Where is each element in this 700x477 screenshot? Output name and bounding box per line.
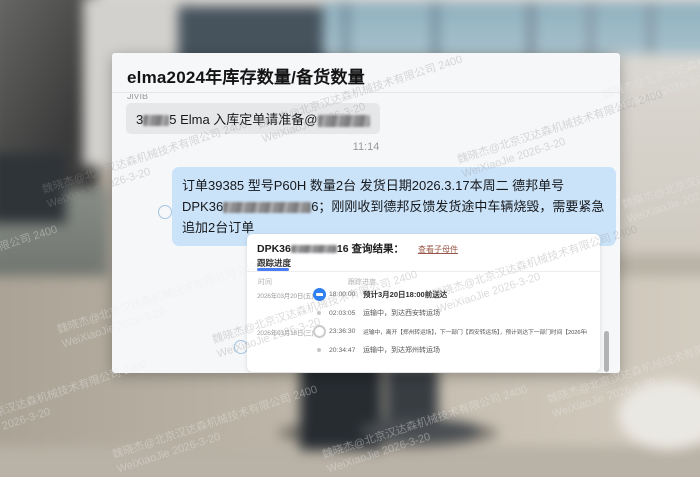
- clipped-message-fragment: JiVIB: [127, 94, 148, 101]
- window-mullion: [648, 2, 653, 58]
- row-progress-text: 运输中，到达西安转运场: [363, 308, 440, 318]
- redacted-mention: [318, 115, 370, 127]
- timeline-dot-icon: [317, 311, 321, 315]
- right-wall: [608, 54, 700, 254]
- tracking-row: 2026年03月20日(五) 18:00:00预计3月20日18:00前送达: [247, 288, 587, 301]
- gray-message-text-2: 5 Elma 入库定单请准备@: [169, 112, 317, 127]
- redacted-text: [143, 115, 169, 126]
- redacted-waybill-digits: [223, 202, 311, 213]
- waybill-suffix: 16: [337, 243, 349, 255]
- row-date: 2026年03月18日(三): [247, 327, 309, 337]
- monitor-silhouette: [0, 153, 66, 223]
- chat-title: elma2024年库存数量/备货数量: [127, 63, 365, 88]
- tracking-row: 2026年03月18日(三) 23:36:30运输中，离开【郑州转运场】，下一部门…: [247, 325, 587, 338]
- message-select-checkbox[interactable]: [158, 205, 172, 219]
- window-glass: [323, 2, 700, 58]
- view-subpackages-link[interactable]: 查看子母件: [418, 245, 458, 254]
- waybill-header: DPK36 16 查询结果： 查看子母件: [257, 241, 458, 256]
- message-timestamp: 11:14: [112, 141, 620, 153]
- redacted-waybill-mid: [291, 245, 337, 253]
- tracking-rows: 2026年03月20日(五) 18:00:00预计3月20日18:00前送达 02:…: [247, 288, 587, 362]
- scrollbar-thumb[interactable]: [604, 331, 609, 372]
- row-time: 02:03:05: [329, 310, 363, 317]
- tracking-row: 20:34:47运输中，到达郑州转运场: [247, 345, 587, 355]
- column-header-time: 时间: [258, 277, 272, 287]
- tracking-row: 02:03:05运输中，到达西安转运场: [247, 308, 587, 318]
- window-mullion: [433, 2, 438, 58]
- window-mullion: [588, 2, 593, 58]
- message-bubble-gray[interactable]: 3 5 Elma 入库定单请准备@: [126, 103, 380, 134]
- result-label: 查询结果：: [351, 243, 404, 255]
- waybill-prefix: DPK36: [257, 243, 291, 255]
- timeline-ring-icon: [313, 325, 326, 338]
- row-progress-text: 运输中，到达郑州转运场: [363, 345, 440, 355]
- title-divider: [112, 92, 620, 93]
- chat-screenshot-panel: elma2024年库存数量/备货数量 JiVIB 3 5 Elma 入库定单请准备…: [112, 53, 620, 373]
- chair-foot: [360, 418, 480, 444]
- card-divider: [247, 271, 600, 272]
- row-time: 20:34:47: [329, 347, 363, 354]
- row-date: 2026年03月20日(五): [247, 290, 309, 300]
- timeline-dot-icon: [317, 348, 321, 352]
- tracking-result-card[interactable]: DPK3616 查询结果：查看子母件 跟踪进度 时间 跟踪进度 2026年03月…: [247, 234, 600, 372]
- card-select-checkbox[interactable]: [234, 340, 248, 354]
- row-time: 23:36:30: [329, 328, 363, 335]
- row-time: 18:00:00: [329, 291, 363, 298]
- gray-message-text-1: 3: [136, 112, 143, 127]
- truck-status-icon: [313, 288, 326, 301]
- row-progress-text: 预计3月20日18:00前送达: [363, 289, 447, 300]
- column-header-progress: 跟踪进度: [348, 277, 376, 287]
- window-mullion: [528, 2, 534, 58]
- row-progress-text: 运输中，离开【郑州转运场】，下一部门【西安转运场】，预计到达下一部门时间【202…: [363, 327, 587, 336]
- screenshot-root: { "window": { "title": "elma2024年库存数量/备货…: [0, 0, 700, 445]
- window-mullion: [343, 2, 348, 58]
